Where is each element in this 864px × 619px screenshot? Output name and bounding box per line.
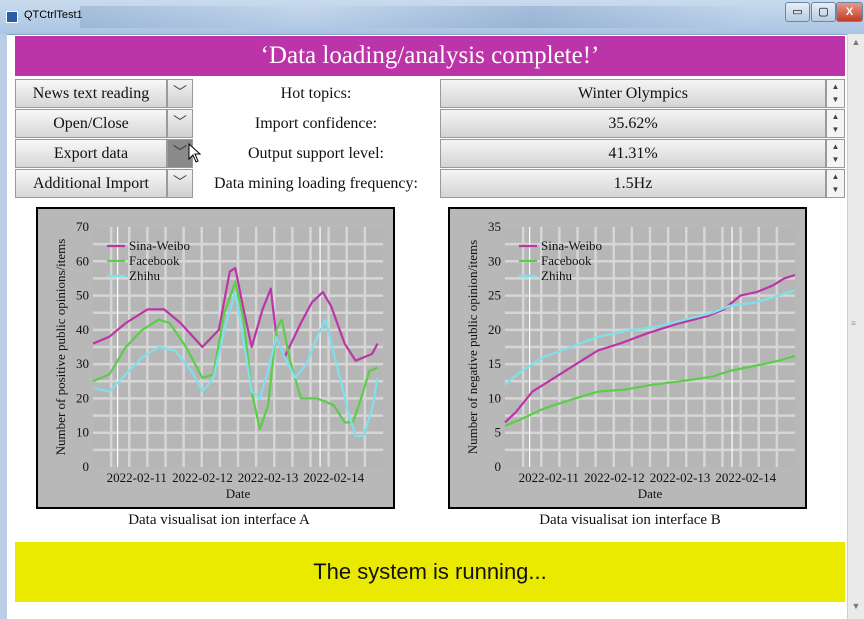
legend-label: Sina-Weibo — [129, 238, 190, 253]
x-tick-label: 2022-02-13 — [650, 470, 711, 485]
additional-import-button[interactable]: Additional Import — [15, 169, 167, 198]
vertical-scrollbar[interactable]: ▲ ≡ ▼ — [847, 34, 864, 619]
scroll-up-icon[interactable]: ▲ — [850, 36, 862, 48]
chart-a-caption: Data visualisat ion interface A — [128, 512, 310, 528]
x-tick-label: 2022-02-11 — [519, 470, 579, 485]
open-close-button[interactable]: Open/Close — [15, 109, 167, 138]
y-tick-label: 25 — [488, 288, 501, 303]
close-button[interactable]: X — [836, 2, 863, 22]
export-data-button[interactable]: Export data — [15, 139, 167, 168]
y-tick-label: 40 — [76, 322, 89, 337]
legend-label: Zhihu — [129, 268, 161, 283]
loading-frequency-field[interactable]: 1.5Hz — [440, 169, 826, 198]
spin-up-icon[interactable]: ▲ — [827, 140, 844, 153]
app-icon — [6, 11, 18, 23]
y-axis-label: Number of negative public opinion/items — [465, 240, 480, 454]
hot-topics-label: Hot topics: — [280, 85, 352, 102]
y-tick-label: 20 — [488, 322, 501, 337]
import-confidence-spinbox[interactable]: ▲ ▼ — [826, 109, 845, 138]
output-support-level-label: Output support level: — [248, 145, 384, 162]
y-tick-label: 60 — [76, 253, 89, 268]
y-axis-label: Number of positive public opinions/items — [53, 239, 68, 456]
spin-down-icon[interactable]: ▼ — [827, 183, 844, 196]
y-tick-label: 70 — [76, 219, 89, 234]
x-tick-label: 2022-02-11 — [107, 470, 167, 485]
chevron-down-icon[interactable]: ﹀ — [167, 109, 193, 138]
y-tick-label: 0 — [495, 459, 502, 474]
x-tick-label: 2022-02-13 — [238, 470, 299, 485]
minimize-button[interactable]: ▭ — [785, 2, 810, 22]
system-status-bar: The system is running... — [15, 542, 845, 602]
spin-up-icon[interactable]: ▲ — [827, 110, 844, 123]
hot-topics-spinbox[interactable]: ▲ ▼ — [826, 79, 845, 108]
chart-a-frame: 0 10 20 30 40 50 60 70 2022-02-11 2022-02-12 2022-… — [36, 207, 395, 509]
x-tick-label: 2022-02-12 — [584, 470, 645, 485]
spin-up-icon[interactable]: ▲ — [827, 80, 844, 93]
legend-label: Sina-Weibo — [541, 238, 602, 253]
chevron-down-icon[interactable]: ﹀ — [167, 169, 193, 198]
y-tick-label: 10 — [488, 390, 501, 405]
y-tick-label: 0 — [83, 459, 90, 474]
chart-a: 0 10 20 30 40 50 60 70 2022-02-11 2022-02-12 2022-… — [53, 219, 383, 501]
y-tick-label: 30 — [488, 253, 501, 268]
blurred-title-area — [80, 6, 760, 28]
window-title: QTCtrlTest1 — [24, 9, 83, 21]
spin-down-icon[interactable]: ▼ — [827, 153, 844, 166]
maximize-button[interactable]: ▢ — [811, 2, 836, 22]
scroll-down-icon[interactable]: ▼ — [850, 600, 862, 612]
import-confidence-label: Import confidence: — [254, 115, 378, 132]
legend-label: Facebook — [129, 253, 180, 268]
x-axis-label: Date — [638, 486, 663, 501]
x-tick-label: 2022-02-14 — [303, 470, 364, 485]
title-bar: QTCtrlTest1 ▭ ▢ X — [0, 0, 864, 35]
legend-label: Zhihu — [541, 268, 573, 283]
chart-b: 0 5 10 15 20 25 30 35 2022-02-11 2022-02-12 2022-0… — [465, 219, 796, 501]
scroll-grip-icon[interactable]: ≡ — [851, 319, 861, 328]
spin-up-icon[interactable]: ▲ — [827, 170, 844, 183]
loading-frequency-label: Data mining loading frequency: — [214, 175, 418, 192]
output-support-level-spinbox[interactable]: ▲ ▼ — [826, 139, 845, 168]
spin-down-icon[interactable]: ▼ — [827, 123, 844, 136]
spin-down-icon[interactable]: ▼ — [827, 93, 844, 106]
window-left-frame — [0, 34, 7, 619]
mouse-pointer-icon — [188, 143, 202, 163]
x-axis-label: Date — [226, 486, 251, 501]
y-tick-label: 35 — [488, 219, 501, 234]
chevron-down-icon[interactable]: ﹀ — [167, 79, 193, 108]
y-tick-label: 10 — [76, 425, 89, 440]
chart-b-caption: Data visualisat ion interface B — [539, 512, 721, 528]
y-tick-label: 5 — [495, 425, 502, 440]
loading-frequency-spinbox[interactable]: ▲ ▼ — [826, 169, 845, 198]
output-support-level-field[interactable]: 41.31% — [440, 139, 826, 168]
hot-topics-field[interactable]: Winter Olympics — [440, 79, 826, 108]
import-confidence-field[interactable]: 35.62% — [440, 109, 826, 138]
y-tick-label: 30 — [76, 356, 89, 371]
x-tick-label: 2022-02-12 — [172, 470, 233, 485]
status-banner: ‘Data loading/analysis complete!’ — [15, 36, 845, 76]
y-tick-label: 50 — [76, 288, 89, 303]
news-text-reading-button[interactable]: News text reading — [15, 79, 167, 108]
legend-label: Facebook — [541, 253, 592, 268]
y-tick-label: 15 — [488, 356, 501, 371]
y-tick-label: 20 — [76, 390, 89, 405]
chart-b-frame: 0 5 10 15 20 25 30 35 2022-02-11 2022-02-12 2022-0… — [448, 207, 807, 509]
x-tick-label: 2022-02-14 — [715, 470, 776, 485]
